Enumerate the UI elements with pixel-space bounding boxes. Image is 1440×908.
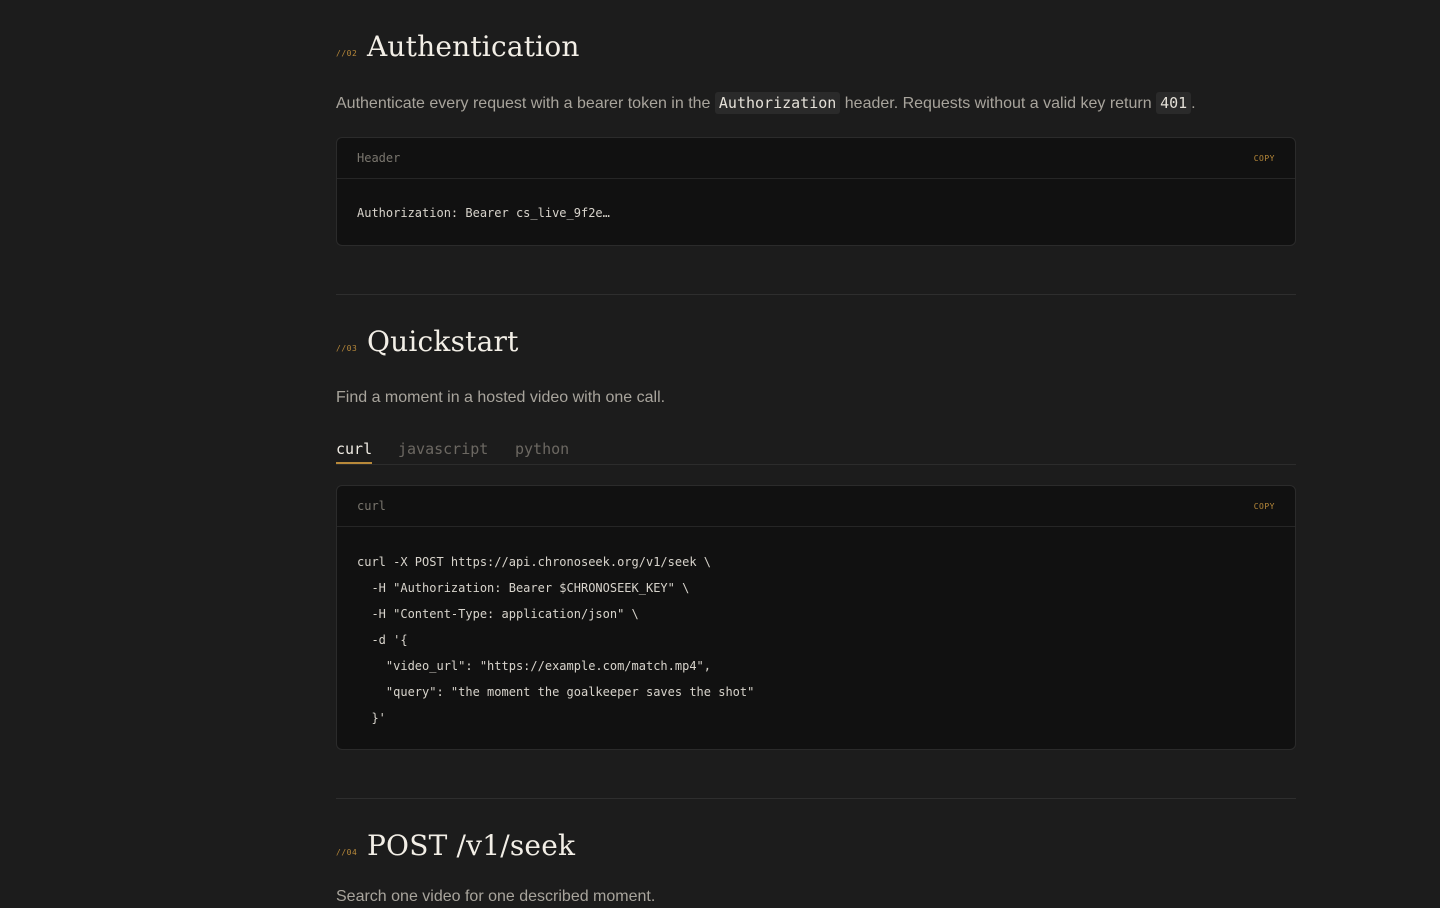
auth-description-text-2: header. Requests without a valid key ret… <box>844 95 1152 112</box>
code-line: -H "Content-Type: application/json" \ <box>357 607 639 621</box>
code-block-toolbar: Header COPY <box>337 138 1295 179</box>
tab-curl[interactable]: curl <box>336 434 373 464</box>
inline-code-401: 401 <box>1156 92 1192 114</box>
tab-python[interactable]: python <box>515 434 569 464</box>
section-divider <box>336 798 1296 799</box>
section-number: //02 <box>336 49 358 58</box>
code-line: -d '{ <box>357 633 408 647</box>
code-block-label: Header <box>357 151 401 165</box>
section-heading-authentication: //02 Authentication <box>336 30 580 63</box>
section-title: Quickstart <box>367 325 519 358</box>
code-line: curl -X POST https://api.chronoseek.org/… <box>357 555 712 569</box>
code-block-label: curl <box>357 499 386 513</box>
tab-javascript[interactable]: javascript <box>398 434 488 464</box>
language-tabs: curl javascript python <box>336 434 1296 465</box>
copy-button[interactable]: COPY <box>1254 502 1275 511</box>
auth-description: Authenticate every request with a bearer… <box>336 92 1296 115</box>
code-line: }' <box>357 711 386 725</box>
code-block-body: curl -X POST https://api.chronoseek.org/… <box>337 527 1295 731</box>
code-block-toolbar: curl COPY <box>337 486 1295 527</box>
section-heading-seek: //04 POST /v1/seek <box>336 829 575 862</box>
copy-button[interactable]: COPY <box>1254 154 1275 163</box>
code-line: "video_url": "https://example.com/match.… <box>357 659 712 673</box>
inline-code-authorization: Authorization <box>714 92 841 114</box>
code-line: "query": "the moment the goalkeeper save… <box>357 685 755 699</box>
code-block-body: Authorization: Bearer cs_live_9f2e… <box>337 179 1295 226</box>
auth-description-end: . <box>1191 95 1196 112</box>
section-number: //03 <box>336 344 358 353</box>
quickstart-description: Find a moment in a hosted video with one… <box>336 389 666 406</box>
code-block-header: Header COPY Authorization: Bearer cs_liv… <box>336 137 1296 246</box>
section-title: Authentication <box>367 30 580 63</box>
code-block-curl: curl COPY curl -X POST https://api.chron… <box>336 485 1296 750</box>
code-line: Authorization: Bearer cs_live_9f2e… <box>357 206 610 220</box>
section-number: //04 <box>336 848 358 857</box>
section-title: POST /v1/seek <box>367 829 576 862</box>
section-divider <box>336 294 1296 295</box>
section-heading-quickstart: //03 Quickstart <box>336 325 519 358</box>
auth-description-text: Authenticate every request with a bearer… <box>336 95 711 112</box>
seek-description: Search one video for one described momen… <box>336 888 656 905</box>
code-line: -H "Authorization: Bearer $CHRONOSEEK_KE… <box>357 581 690 595</box>
